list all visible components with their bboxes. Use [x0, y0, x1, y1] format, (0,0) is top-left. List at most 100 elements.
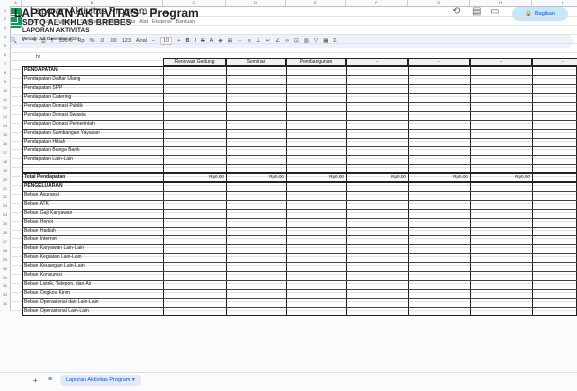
- row-number[interactable]: 4: [0, 35, 10, 39]
- income-row-divider: [22, 93, 577, 94]
- row-number[interactable]: 2: [0, 17, 10, 21]
- row-number[interactable]: 32: [0, 284, 10, 288]
- column-title: Seminar: [226, 58, 286, 66]
- column-title: -: [532, 58, 577, 66]
- sheet-tab-label: Laporan Aktivitas Program: [66, 377, 131, 383]
- expense-row-divider: [22, 289, 577, 290]
- row-number[interactable]: 19: [0, 169, 10, 173]
- expense-row-divider: [22, 200, 577, 201]
- row-number[interactable]: 10: [0, 89, 10, 93]
- toolbar: 🔍 ↶ ↷ ⎙ ¶ 100% Rp % .0 .00 123 Arial − 1…: [4, 34, 573, 48]
- row-number[interactable]: 9: [0, 80, 10, 84]
- income-row-divider: [22, 111, 577, 112]
- row-gridline: [10, 34, 577, 35]
- row-number[interactable]: 16: [0, 142, 10, 146]
- row-number[interactable]: 8: [0, 71, 10, 75]
- fx-icon: fx: [36, 54, 40, 60]
- expense-column-divider: [286, 182, 287, 310]
- total-column-divider: [532, 173, 533, 182]
- report-subtitle: LAPORAN AKTIVITAS: [22, 27, 90, 34]
- expense-row-divider: [22, 307, 577, 308]
- row-number[interactable]: 25: [0, 222, 10, 226]
- row-number[interactable]: 21: [0, 187, 10, 191]
- total-column-divider: [470, 173, 471, 182]
- column-header[interactable]: H: [470, 0, 532, 6]
- expense-column-divider: [408, 182, 409, 310]
- column-title: Pembangunan: [286, 58, 346, 66]
- row-number[interactable]: 5: [0, 44, 10, 48]
- total-column-divider: [163, 173, 164, 182]
- income-row-divider: [22, 155, 577, 156]
- income-row-divider: [22, 138, 577, 139]
- total-column-divider: [346, 173, 347, 182]
- expense-row-divider: [22, 209, 577, 210]
- column-header[interactable]: G: [408, 0, 470, 6]
- income-row-divider: [22, 164, 577, 165]
- row-number[interactable]: 29: [0, 258, 10, 262]
- total-row-border: [22, 173, 577, 182]
- row-number[interactable]: 15: [0, 133, 10, 137]
- row-number[interactable]: 20: [0, 178, 10, 182]
- row-number[interactable]: 27: [0, 240, 10, 244]
- row-number[interactable]: 14: [0, 124, 10, 128]
- expense-row-divider: [22, 253, 577, 254]
- sheet-tab-active[interactable]: Laporan Aktivitas Program ▾: [60, 375, 141, 386]
- income-row-divider: [22, 146, 577, 147]
- chevron-down-icon[interactable]: ▾: [132, 377, 135, 383]
- income-row-divider: [22, 75, 577, 76]
- income-row-divider: [22, 129, 577, 130]
- column-title: -: [470, 58, 532, 66]
- row-number[interactable]: 22: [0, 195, 10, 199]
- row-number[interactable]: 6: [0, 53, 10, 57]
- expense-column-divider: [470, 182, 471, 310]
- total-column-divider: [226, 173, 227, 182]
- expense-table-border: [22, 182, 577, 310]
- expense-column-divider: [346, 182, 347, 310]
- row-number[interactable]: 23: [0, 204, 10, 208]
- row-number[interactable]: 1: [0, 9, 10, 13]
- total-column-divider: [286, 173, 287, 182]
- row-number[interactable]: 33: [0, 293, 10, 297]
- column-header[interactable]: I: [532, 0, 577, 6]
- expense-column-divider: [226, 182, 227, 310]
- expense-row-divider: [22, 271, 577, 272]
- row-number[interactable]: 3: [0, 26, 10, 30]
- row-number[interactable]: 28: [0, 249, 10, 253]
- report-period: Periode Juli-Desember 2024: [22, 36, 79, 41]
- all-sheets-button[interactable]: ≡: [48, 376, 52, 383]
- row-gridline: [10, 43, 577, 44]
- column-header[interactable]: D: [226, 0, 286, 6]
- row-number[interactable]: 26: [0, 231, 10, 235]
- income-row-divider: [22, 84, 577, 85]
- column-title: -: [346, 58, 408, 66]
- column-title: -: [408, 58, 470, 66]
- expense-row-divider: [22, 298, 577, 299]
- row-number[interactable]: 18: [0, 160, 10, 164]
- expense-column-divider: [163, 182, 164, 310]
- expense-row-divider: [22, 262, 577, 263]
- row-number[interactable]: 17: [0, 151, 10, 155]
- add-sheet-button[interactable]: +: [33, 376, 38, 385]
- share-button[interactable]: 🔒 Bagikan: [512, 7, 568, 21]
- column-header[interactable]: E: [286, 0, 346, 6]
- font-size-input[interactable]: 10: [160, 37, 172, 45]
- expense-row-divider: [22, 235, 577, 236]
- row-number[interactable]: 12: [0, 106, 10, 110]
- row-number[interactable]: 13: [0, 115, 10, 119]
- column-header[interactable]: F: [346, 0, 408, 6]
- column-title: Renovasi Gedung: [163, 58, 226, 66]
- row-gridline: [10, 52, 577, 53]
- organization-name: SDTQ AL-IKHLAS BREBES: [22, 17, 131, 27]
- row-number[interactable]: 34: [0, 302, 10, 306]
- expense-row-divider: [22, 280, 577, 281]
- row-number[interactable]: 31: [0, 276, 10, 280]
- row-number[interactable]: 11: [0, 98, 10, 102]
- expense-row-divider: [22, 244, 577, 245]
- row-number[interactable]: 7: [0, 62, 10, 66]
- total-column-divider: [408, 173, 409, 182]
- row-number[interactable]: 24: [0, 213, 10, 217]
- expense-row-divider: [22, 218, 577, 219]
- income-row-divider: [22, 120, 577, 121]
- row-number[interactable]: 30: [0, 267, 10, 271]
- expense-row-divider: [22, 227, 577, 228]
